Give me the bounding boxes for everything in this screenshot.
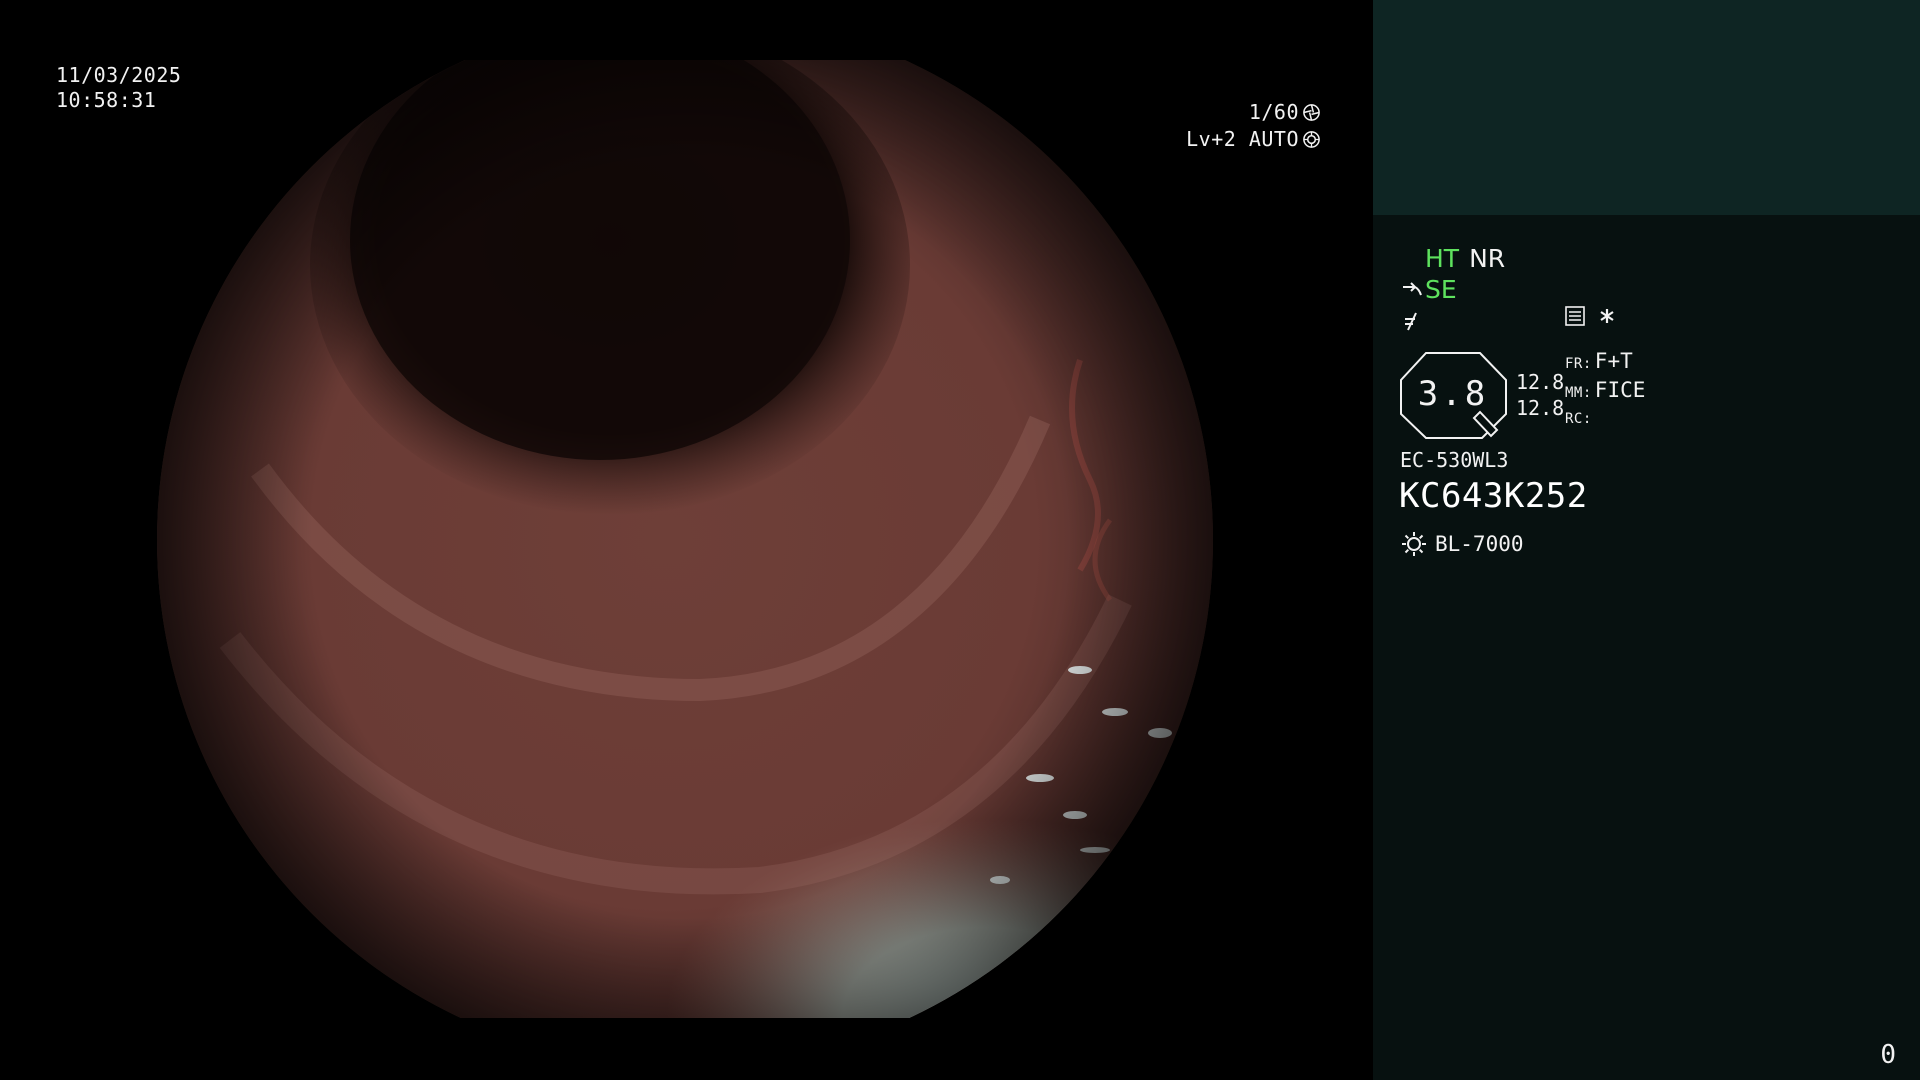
endoscopy-image	[157, 60, 1213, 1018]
endoscope-viewport: 11/03/2025 10:58:31 1/60 Lv+2 AUTO	[0, 0, 1373, 1080]
zoom-indicator: 3.8	[1398, 350, 1513, 442]
time-text: 10:58:31	[56, 88, 157, 112]
image-params: FR: F+T MM: FICE RC:	[1565, 348, 1645, 432]
readout-2: 12.8	[1516, 396, 1565, 420]
mm-label: MM:	[1565, 385, 1592, 401]
fr-value: F+T	[1594, 349, 1633, 373]
zoom-value: 3.8	[1417, 374, 1489, 414]
readout-1: 12.8	[1516, 370, 1565, 394]
param-fr: FR: F+T	[1565, 348, 1645, 377]
param-mm: MM: FICE	[1565, 377, 1645, 406]
info-panel: HT NR SE 3.8 12.8 12.8 FR: F+T MM: FICE …	[1373, 0, 1920, 1080]
mode-row-color	[1401, 305, 1505, 336]
light-source: BL-7000	[1400, 530, 1524, 558]
menu-list-icon	[1565, 306, 1585, 326]
rc-label: RC:	[1565, 411, 1592, 427]
asterisk-icon	[1600, 309, 1614, 323]
image-counter: 0	[1880, 1040, 1896, 1070]
mode-row-ht-nr: HT NR	[1401, 243, 1505, 274]
color-enhance-icon	[1405, 312, 1417, 330]
light-source-text: BL-7000	[1435, 532, 1524, 556]
date-text: 11/03/2025	[56, 63, 182, 87]
shutter-icon	[1303, 104, 1320, 121]
structure-enhance-icon	[1403, 281, 1422, 295]
readout-values: 12.8 12.8	[1516, 369, 1564, 421]
mode-ht: HT	[1425, 244, 1460, 273]
mm-value: FICE	[1594, 378, 1646, 402]
mode-se: SE	[1425, 275, 1457, 304]
param-rc: RC:	[1565, 406, 1645, 432]
exposure-overlay: 1/60 Lv+2 AUTO	[1186, 99, 1321, 153]
shutter-text: 1/60	[1248, 100, 1299, 124]
level-mode-text: Lv+2 AUTO	[1186, 127, 1299, 151]
shutter-row: 1/60	[1186, 99, 1321, 126]
mode-indicators: HT NR SE	[1401, 243, 1505, 336]
mode-nr: NR	[1469, 244, 1506, 273]
status-icons	[1564, 305, 1616, 327]
thumbnail-area	[1373, 0, 1920, 215]
mode-row-se: SE	[1401, 274, 1505, 305]
light-source-icon	[1402, 532, 1426, 556]
datetime-overlay: 11/03/2025 10:58:31	[56, 63, 181, 113]
level-row: Lv+2 AUTO	[1186, 126, 1321, 153]
auto-iris-icon	[1303, 131, 1320, 148]
scope-model: EC-530WL3	[1400, 448, 1509, 472]
fr-label: FR:	[1565, 356, 1592, 372]
scope-serial: KC643K252	[1399, 476, 1588, 516]
